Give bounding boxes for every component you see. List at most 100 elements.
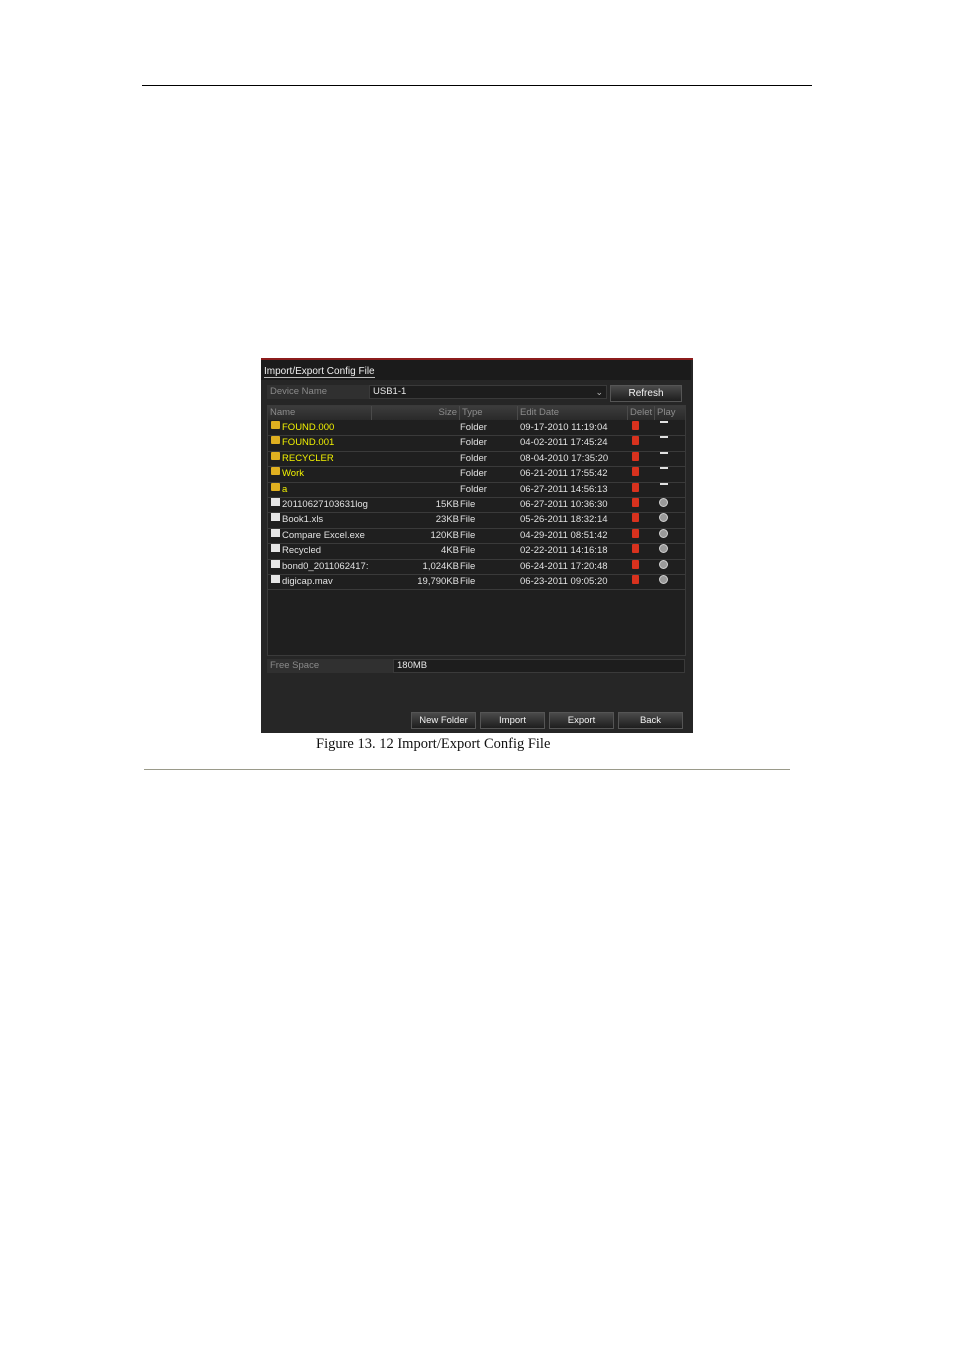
play-icon[interactable] bbox=[659, 513, 668, 523]
table-row[interactable]: a Folder 06-27-2011 14:56:13 bbox=[268, 482, 685, 498]
dash-icon bbox=[660, 451, 668, 454]
trash-icon[interactable] bbox=[632, 528, 639, 538]
table-row[interactable]: Recycled 4KB File 02-22-2011 14:16:18 bbox=[268, 544, 685, 560]
file-edit-date: 06-21-2011 17:55:42 bbox=[520, 468, 608, 480]
footer-rule bbox=[144, 769, 790, 770]
file-edit-date: 04-29-2011 08:51:42 bbox=[520, 529, 608, 541]
col-header-size[interactable]: Size bbox=[372, 406, 460, 420]
table-row[interactable]: bond0_2011062417: 1,024KB File 06-24-2011 1… bbox=[268, 559, 685, 575]
file-edit-date: 02-22-2011 14:16:18 bbox=[520, 545, 608, 557]
table-row[interactable]: Book1.xls 23KB File 05-26-2011 18:32:14 bbox=[268, 513, 685, 529]
trash-icon[interactable] bbox=[632, 513, 639, 523]
header-rule bbox=[142, 85, 812, 86]
file-icon bbox=[271, 544, 280, 553]
file-name: FOUND.001 bbox=[282, 437, 335, 449]
table-row[interactable]: FOUND.000 Folder 09-17-2010 11:19:04 bbox=[268, 421, 685, 437]
file-name: Work bbox=[282, 468, 304, 480]
dash-icon bbox=[660, 482, 668, 485]
refresh-button[interactable]: Refresh bbox=[610, 385, 682, 402]
file-type: File bbox=[460, 545, 476, 557]
file-edit-date: 06-27-2011 10:36:30 bbox=[520, 498, 608, 510]
file-table: Name Size Type Edit Date Delet Play FOUN… bbox=[267, 405, 686, 656]
trash-icon[interactable] bbox=[632, 559, 639, 569]
dash-icon bbox=[660, 436, 668, 439]
figure-caption: Figure 13. 12 Import/Export Config File bbox=[316, 736, 551, 752]
play-icon[interactable] bbox=[659, 528, 668, 538]
file-type: Folder bbox=[460, 468, 487, 480]
file-edit-date: 05-26-2011 18:32:14 bbox=[520, 514, 608, 526]
file-size: 19,790KB bbox=[417, 575, 459, 587]
file-type: File bbox=[460, 514, 476, 526]
file-name: Recycled bbox=[282, 545, 322, 557]
folder-icon bbox=[271, 451, 280, 460]
folder-icon bbox=[271, 436, 280, 445]
file-type: File bbox=[460, 575, 476, 587]
col-header-type[interactable]: Type bbox=[460, 406, 518, 420]
trash-icon[interactable] bbox=[632, 544, 639, 554]
file-name: a bbox=[282, 483, 288, 495]
col-header-edit-date[interactable]: Edit Date bbox=[518, 406, 628, 420]
file-icon bbox=[271, 559, 280, 568]
file-name: Compare Excel.exe bbox=[282, 529, 365, 541]
table-row[interactable]: Work Folder 06-21-2011 17:55:42 bbox=[268, 467, 685, 483]
file-size: 23KB bbox=[435, 514, 459, 526]
table-row[interactable]: digicap.mav 19,790KB File 06-23-2011 09:05:… bbox=[268, 574, 685, 591]
file-icon bbox=[271, 574, 280, 583]
table-row[interactable]: RECYCLER Folder 08-04-2010 17:35:20 bbox=[268, 451, 685, 468]
file-icon bbox=[271, 528, 280, 537]
table-body: FOUND.000 Folder 09-17-2010 11:19:04 FOUND.… bbox=[268, 421, 685, 591]
trash-icon[interactable] bbox=[632, 497, 639, 507]
chevron-down-icon: ⌄ bbox=[595, 387, 603, 397]
device-select[interactable]: USB1-1 ⌄ bbox=[369, 385, 607, 399]
file-edit-date: 06-27-2011 14:56:13 bbox=[520, 483, 608, 495]
file-size: 4KB bbox=[441, 545, 459, 557]
folder-icon bbox=[271, 421, 280, 429]
table-row[interactable]: 20110627103631log 15KB File 06-27-2011 10:3… bbox=[268, 497, 685, 514]
free-space-label: Free Space bbox=[267, 659, 393, 673]
file-name: 20110627103631log bbox=[282, 498, 368, 510]
file-type: File bbox=[460, 498, 476, 510]
dash-icon bbox=[660, 421, 668, 423]
folder-icon bbox=[271, 467, 280, 476]
device-name-label: Device Name bbox=[267, 385, 369, 399]
file-edit-date: 08-04-2010 17:35:20 bbox=[520, 452, 609, 464]
file-size: 15KB bbox=[435, 498, 459, 510]
free-space-value: 180MB bbox=[393, 659, 685, 673]
trash-icon[interactable] bbox=[632, 482, 639, 492]
trash-icon[interactable] bbox=[632, 574, 639, 584]
file-name: RECYCLER bbox=[282, 452, 334, 464]
new-folder-button[interactable]: New Folder bbox=[411, 712, 476, 729]
file-edit-date: 06-24-2011 17:20:48 bbox=[520, 560, 608, 572]
file-name: bond0_2011062417: bbox=[282, 560, 369, 572]
file-type: Folder bbox=[460, 422, 487, 433]
file-edit-date: 09-17-2010 11:19:04 bbox=[520, 422, 608, 433]
file-size: 120KB bbox=[430, 529, 459, 541]
import-export-dialog: Import/Export Config File Device Name US… bbox=[261, 358, 693, 733]
trash-icon[interactable] bbox=[632, 436, 639, 446]
file-type: Folder bbox=[460, 437, 487, 449]
file-name: digicap.mav bbox=[282, 575, 333, 587]
play-icon[interactable] bbox=[659, 497, 668, 507]
col-header-name[interactable]: Name bbox=[268, 406, 372, 420]
import-button[interactable]: Import bbox=[480, 712, 545, 729]
play-icon[interactable] bbox=[659, 574, 668, 584]
play-icon[interactable] bbox=[659, 544, 668, 554]
back-button[interactable]: Back bbox=[618, 712, 683, 729]
trash-icon[interactable] bbox=[632, 451, 639, 461]
folder-icon bbox=[271, 482, 280, 491]
file-icon bbox=[271, 513, 280, 522]
file-name: Book1.xls bbox=[282, 514, 324, 526]
dash-icon bbox=[660, 467, 668, 470]
file-type: File bbox=[460, 529, 476, 541]
table-header: Name Size Type Edit Date Delet Play bbox=[268, 406, 685, 420]
table-row[interactable]: Compare Excel.exe 120KB File 04-29-2011 08:… bbox=[268, 528, 685, 545]
file-edit-date: 06-23-2011 09:05:20 bbox=[520, 575, 608, 587]
table-row[interactable]: FOUND.001 Folder 04-02-2011 17:45:24 bbox=[268, 436, 685, 452]
play-icon[interactable] bbox=[659, 559, 668, 569]
export-button[interactable]: Export bbox=[549, 712, 614, 729]
trash-icon[interactable] bbox=[632, 467, 639, 477]
trash-icon[interactable] bbox=[632, 421, 639, 430]
file-type: Folder bbox=[460, 483, 487, 495]
file-name: FOUND.000 bbox=[282, 422, 335, 433]
file-size: 1,024KB bbox=[422, 560, 459, 572]
